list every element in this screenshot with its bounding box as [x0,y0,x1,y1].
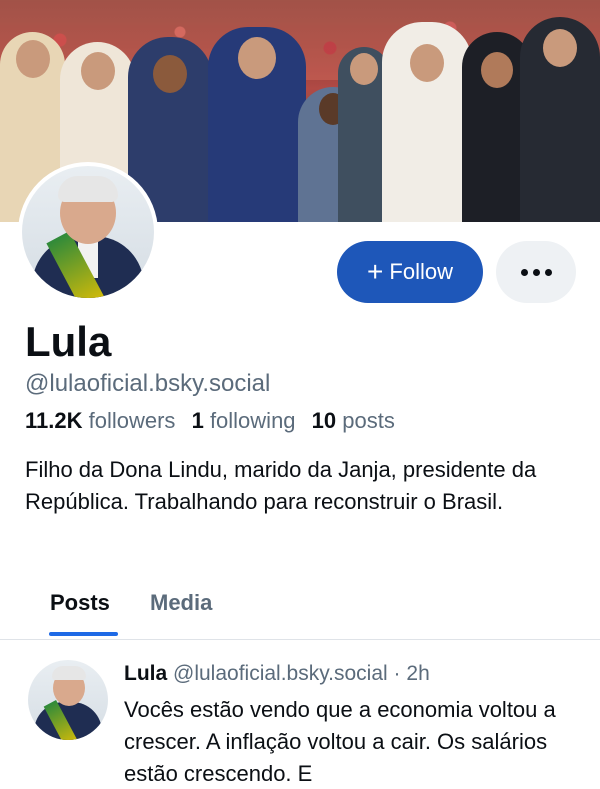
banner-person [520,17,600,222]
posts-stat: 10 posts [312,408,395,433]
post-author-name[interactable]: Lula [124,662,167,685]
avatar-image [22,166,154,298]
following-count: 1 [191,408,204,433]
followers-count: 11.2K [25,408,83,433]
active-tab-indicator [49,632,118,636]
post-author-handle[interactable]: @lulaoficial.bsky.social [173,662,388,685]
profile-display-name: Lula [25,318,112,365]
banner-person [382,22,472,222]
followers-label: followers [88,408,176,433]
follow-button-label: Follow [389,259,453,284]
profile-handle: @lulaoficial.bsky.social [25,370,271,397]
tab-media[interactable]: Media [150,590,212,616]
following-link[interactable]: 1 following [192,408,296,433]
profile-stats: 11.2K followers 1 following 10 posts [25,408,395,434]
posts-label: posts [342,408,395,433]
following-label: following [209,408,296,433]
posts-count: 10 [311,408,337,433]
tab-posts[interactable]: Posts [50,590,110,616]
post-separator: · [393,662,401,685]
profile-tabs: Posts Media [0,578,600,640]
followers-link[interactable]: 11.2K followers [25,408,175,433]
post-header: Lula @lulaoficial.bsky.social · 2h [124,662,430,686]
profile-bio: Filho da Dona Lindu, marido da Janja, pr… [25,457,537,514]
more-dots-icon [520,268,552,276]
banner-person [208,27,306,222]
plus-icon: + [367,256,384,287]
profile-avatar[interactable] [18,162,158,302]
more-options-button[interactable] [496,241,576,303]
follow-button[interactable]: + Follow [337,241,483,303]
post-text[interactable]: Vocês estão vendo que a economia voltou … [124,694,564,789]
post-author-avatar[interactable] [28,660,108,740]
post-timestamp[interactable]: 2h [406,662,429,685]
